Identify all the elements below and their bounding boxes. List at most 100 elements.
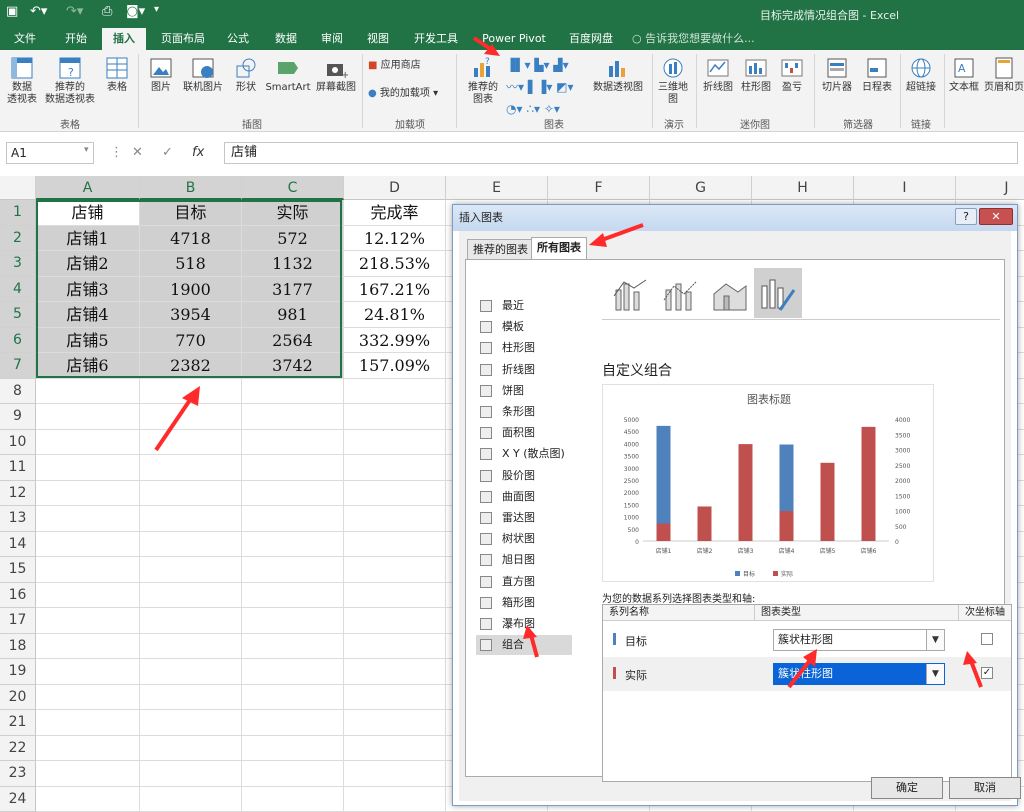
3d-map-button[interactable]: 三维地 图 — [656, 56, 690, 106]
chart-type-item[interactable]: 最近 — [476, 296, 572, 316]
cell-A9[interactable] — [36, 404, 140, 430]
chevron-down-icon[interactable]: ▼ — [926, 630, 944, 650]
cancel-button[interactable]: 取消 — [949, 777, 1021, 799]
save-icon[interactable]: ▣ — [6, 4, 18, 19]
cell-B19[interactable] — [140, 659, 242, 685]
cell-A8[interactable] — [36, 379, 140, 405]
cell-D16[interactable] — [344, 583, 446, 609]
chart-type-item[interactable]: 条形图 — [476, 402, 572, 422]
cell-C16[interactable] — [242, 583, 344, 609]
cell-A16[interactable] — [36, 583, 140, 609]
cell-C9[interactable] — [242, 404, 344, 430]
col-header-B[interactable]: B — [140, 176, 242, 200]
timeline-button[interactable]: 日程表 — [858, 56, 896, 94]
cell-A15[interactable] — [36, 557, 140, 583]
chart-type-item[interactable]: 雷达图 — [476, 508, 572, 528]
chart-type-item[interactable]: X Y (散点图) — [476, 444, 572, 464]
slicer-button[interactable]: 切片器 — [818, 56, 856, 94]
cell-A10[interactable] — [36, 430, 140, 456]
online-picture-button[interactable]: 联机图片 — [180, 56, 226, 94]
row-header-15[interactable]: 15 — [0, 557, 36, 583]
secondary-axis-checkbox[interactable] — [981, 633, 993, 645]
cell-D6[interactable]: 332.99% — [344, 328, 446, 354]
cell-D2[interactable]: 12.12% — [344, 226, 446, 252]
cell-C19[interactable] — [242, 659, 344, 685]
waterfall-chart-icon[interactable]: ▟▾ — [553, 58, 568, 72]
cell-C13[interactable] — [242, 506, 344, 532]
tab-all-charts[interactable]: 所有图表 — [531, 237, 587, 260]
cell-C24[interactable] — [242, 787, 344, 812]
tab-file[interactable]: 文件 — [4, 28, 46, 50]
tab-insert[interactable]: 插入 — [102, 28, 146, 50]
cell-B24[interactable] — [140, 787, 242, 812]
cell-A19[interactable] — [36, 659, 140, 685]
cell-D1[interactable]: 完成率 — [344, 200, 446, 226]
row-header-13[interactable]: 13 — [0, 506, 36, 532]
row-header-16[interactable]: 16 — [0, 583, 36, 609]
cell-D15[interactable] — [344, 557, 446, 583]
smartart-button[interactable]: SmartArt — [264, 56, 312, 94]
tab-home[interactable]: 开始 — [54, 28, 98, 50]
chart-type-item[interactable]: 柱形图 — [476, 338, 572, 358]
chart-type-item[interactable]: 树状图 — [476, 529, 572, 549]
cell-C15[interactable] — [242, 557, 344, 583]
recommended-charts-button[interactable]: ?推荐的 图表 — [464, 56, 502, 106]
select-all-corner[interactable] — [0, 176, 36, 200]
chart-type-item[interactable]: 旭日图 — [476, 550, 572, 570]
col-header-G[interactable]: G — [650, 176, 752, 200]
row-header-6[interactable]: 6 — [0, 328, 36, 354]
pivot-chart-button[interactable]: 数据透视图 — [590, 56, 646, 94]
pie-chart-icon[interactable]: ◔▾ — [506, 102, 523, 116]
cell-B11[interactable] — [140, 455, 242, 481]
cell-B14[interactable] — [140, 532, 242, 558]
chart-type-item[interactable]: 饼图 — [476, 381, 572, 401]
cell-B22[interactable] — [140, 736, 242, 762]
row-header-18[interactable]: 18 — [0, 634, 36, 660]
row-header-11[interactable]: 11 — [0, 455, 36, 481]
row-header-7[interactable]: 7 — [0, 353, 36, 379]
row-header-4[interactable]: 4 — [0, 277, 36, 303]
cell-C21[interactable] — [242, 710, 344, 736]
row-header-20[interactable]: 20 — [0, 685, 36, 711]
store-button[interactable]: ■ 应用商店 — [368, 60, 448, 72]
tab-data[interactable]: 数据 — [264, 28, 308, 50]
cell-A14[interactable] — [36, 532, 140, 558]
row-header-1[interactable]: 1 — [0, 200, 36, 226]
picture-button[interactable]: 图片 — [146, 56, 176, 94]
cell-D10[interactable] — [344, 430, 446, 456]
chart-type-item[interactable]: 股价图 — [476, 466, 572, 486]
sparkline-winloss-button[interactable]: 盈亏 — [776, 56, 808, 94]
chart-type-item[interactable]: 面积图 — [476, 423, 572, 443]
hyperlink-button[interactable]: 超链接 — [902, 56, 940, 94]
row-header-21[interactable]: 21 — [0, 710, 36, 736]
col-header-D[interactable]: D — [344, 176, 446, 200]
ok-button[interactable]: 确定 — [871, 777, 943, 799]
cell-B20[interactable] — [140, 685, 242, 711]
col-header-C[interactable]: C — [242, 176, 344, 200]
tab-page-layout[interactable]: 页面布局 — [154, 28, 212, 50]
table-button[interactable]: 表格 — [102, 56, 132, 94]
cell-A20[interactable] — [36, 685, 140, 711]
recommended-pivot-button[interactable]: ?推荐的 数据透视表 — [44, 56, 96, 106]
cell-B23[interactable] — [140, 761, 242, 787]
cell-B21[interactable] — [140, 710, 242, 736]
clustered-column-line-icon[interactable] — [610, 274, 650, 314]
insert-function-icon[interactable]: fx — [192, 145, 204, 160]
row-header-5[interactable]: 5 — [0, 302, 36, 328]
column-chart-icon[interactable]: ▐▌▾ — [506, 58, 530, 72]
undo-icon[interactable]: ↶▾ — [30, 4, 47, 19]
cell-D11[interactable] — [344, 455, 446, 481]
cell-D24[interactable] — [344, 787, 446, 812]
my-addins-button[interactable]: ● 我的加载项 ▾ — [368, 88, 448, 100]
cell-C10[interactable] — [242, 430, 344, 456]
formula-input[interactable]: 店铺 — [224, 142, 1018, 164]
cell-A23[interactable] — [36, 761, 140, 787]
row-header-2[interactable]: 2 — [0, 226, 36, 252]
tab-review[interactable]: 审阅 — [310, 28, 354, 50]
row-header-19[interactable]: 19 — [0, 659, 36, 685]
scatter-chart-icon[interactable]: ∴▾ — [526, 102, 540, 116]
chart-type-item[interactable]: 模板 — [476, 317, 572, 337]
row-header-9[interactable]: 9 — [0, 404, 36, 430]
chevron-down-icon[interactable]: ▼ — [926, 664, 944, 684]
cell-D19[interactable] — [344, 659, 446, 685]
